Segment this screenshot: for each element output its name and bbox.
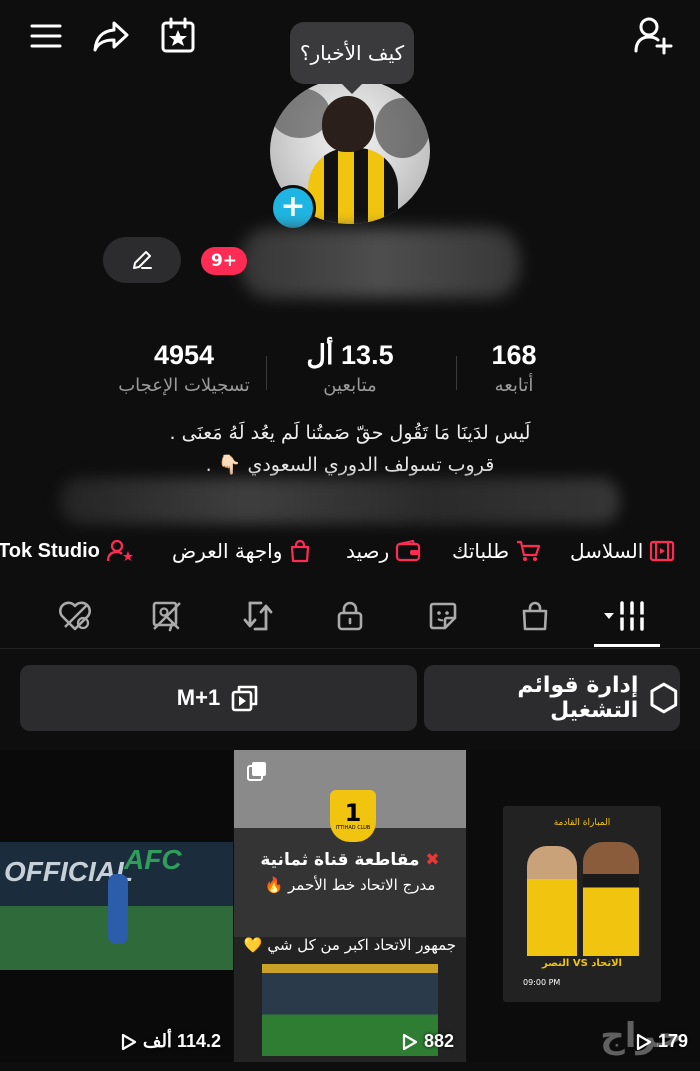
stat-following[interactable]: 168 أتابعه (424, 340, 604, 396)
watermark: حراج (600, 1016, 682, 1056)
add-user-icon[interactable] (632, 14, 674, 56)
multi-image-icon (246, 760, 268, 782)
manage-playlists-button[interactable]: إدارة قوائم التشغيل (424, 665, 680, 731)
tab-divider (0, 648, 700, 649)
tab-liked[interactable] (51, 594, 99, 638)
player-figure (108, 874, 128, 944)
x-mark-icon: ✖ (425, 850, 440, 870)
tab-videos[interactable] (602, 594, 650, 638)
liked-icon (59, 601, 91, 631)
shortcut-orders[interactable]: طلباتك (452, 536, 541, 566)
shortcut-tok-studio[interactable]: Tok Studio (0, 536, 134, 566)
gear-icon (650, 682, 678, 714)
shortcut-balance[interactable]: رصيد (346, 536, 421, 566)
match-frame: OFFICIAL AFC (0, 842, 233, 970)
tab-shop[interactable] (511, 594, 559, 638)
wallet-icon (396, 540, 421, 562)
stat-likes[interactable]: 4954 تسجيلات الإعجاب (94, 340, 274, 396)
film-icon (650, 540, 675, 562)
add-story-button[interactable]: + (270, 185, 316, 231)
grid-icon (604, 601, 646, 631)
calendar-star-icon[interactable] (158, 15, 198, 57)
bio-line: قروب تسولف الدوري السعودي 👇🏻 . (205, 454, 495, 476)
menu-icon[interactable] (28, 18, 64, 54)
heart-icon: 💛 (243, 936, 263, 954)
tag-icon (152, 601, 181, 632)
video-tile[interactable]: 1 ITTIHAD CLUB ✖ مقاطعة قناة ثمانية مدرج… (234, 750, 466, 1062)
m1-button[interactable]: M+1 (20, 665, 417, 731)
tab-reposts[interactable] (234, 594, 282, 638)
status-tooltip[interactable]: كيف الأخبار؟ (290, 22, 414, 94)
user-star-icon (106, 539, 133, 562)
tab-stickers[interactable] (419, 594, 467, 638)
play-icon (121, 1033, 136, 1050)
bag-icon (291, 539, 310, 563)
active-tab-indicator (594, 644, 660, 647)
match-poster: المباراة القادمة الاتحاد VS النصر 09:00 … (503, 806, 661, 1002)
share-icon[interactable] (90, 16, 132, 56)
video-tile[interactable]: OFFICIAL AFC 114.2 ألف (0, 750, 233, 1062)
stat-followers[interactable]: 13.5 أل متابعين (260, 340, 440, 396)
repost-icon (243, 601, 273, 631)
cart-icon (517, 540, 541, 561)
tab-tagged[interactable] (143, 594, 191, 638)
bio-line: لَيس لدَينَا مَا تَقُول حقّ صَمتُنا لَم … (169, 422, 531, 444)
club-logo: 1 ITTIHAD CLUB (330, 790, 376, 842)
player-right (583, 842, 639, 956)
bio-link-blurred (60, 478, 620, 524)
sticker-icon (429, 602, 457, 630)
bag-icon (522, 601, 548, 631)
view-count: 114.2 ألف (121, 1031, 221, 1052)
username-blurred (240, 228, 520, 298)
tab-private[interactable] (326, 594, 374, 638)
lock-icon (337, 601, 363, 631)
video-tile[interactable]: المباراة القادمة الاتحاد VS النصر 09:00 … (467, 750, 700, 1062)
pencil-icon (133, 251, 152, 269)
view-count: 882 (402, 1031, 454, 1052)
shortcut-series[interactable]: السلاسل (570, 536, 675, 566)
shortcut-showcase[interactable]: واجهة العرض (172, 536, 312, 566)
notification-badge[interactable]: 9+ (201, 247, 247, 275)
play-icon (402, 1033, 418, 1050)
stat-divider (456, 356, 457, 390)
edit-profile-button[interactable] (103, 237, 181, 283)
player-left (527, 846, 577, 956)
fire-icon: 🔥 (264, 876, 284, 894)
copy-icon (231, 685, 258, 712)
